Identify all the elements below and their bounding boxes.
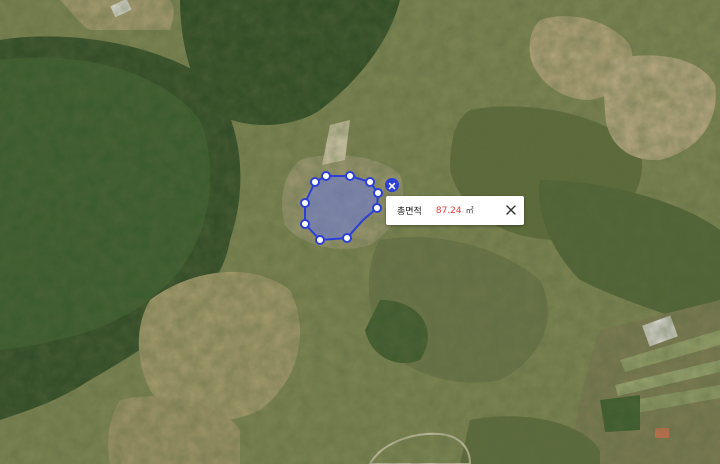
vertex-handle[interactable] [365, 177, 375, 187]
vertex-handle[interactable] [300, 198, 310, 208]
vertex-handle[interactable] [300, 219, 310, 229]
vertex-handle[interactable] [321, 171, 331, 181]
delete-polygon-button[interactable] [385, 178, 399, 192]
vertex-handle[interactable] [373, 188, 383, 198]
measurement-layer [300, 171, 383, 245]
vertex-handle[interactable] [345, 171, 355, 181]
area-unit: ㎡ [465, 206, 474, 215]
total-area-label: 총면적 [397, 207, 422, 217]
satellite-map[interactable]: 총면적 87.24 ㎡ [0, 0, 720, 464]
delete-polygon-icon [388, 182, 396, 190]
vertex-handle[interactable] [315, 235, 325, 245]
area-measure-popup: 총면적 87.24 ㎡ [386, 196, 524, 225]
vertex-handle[interactable] [342, 233, 352, 243]
close-popup-button[interactable] [504, 203, 518, 217]
vertex-handle[interactable] [372, 203, 382, 213]
vertex-handle[interactable] [310, 177, 320, 187]
close-icon [506, 205, 516, 215]
total-area-value: 87.24 [435, 205, 462, 216]
